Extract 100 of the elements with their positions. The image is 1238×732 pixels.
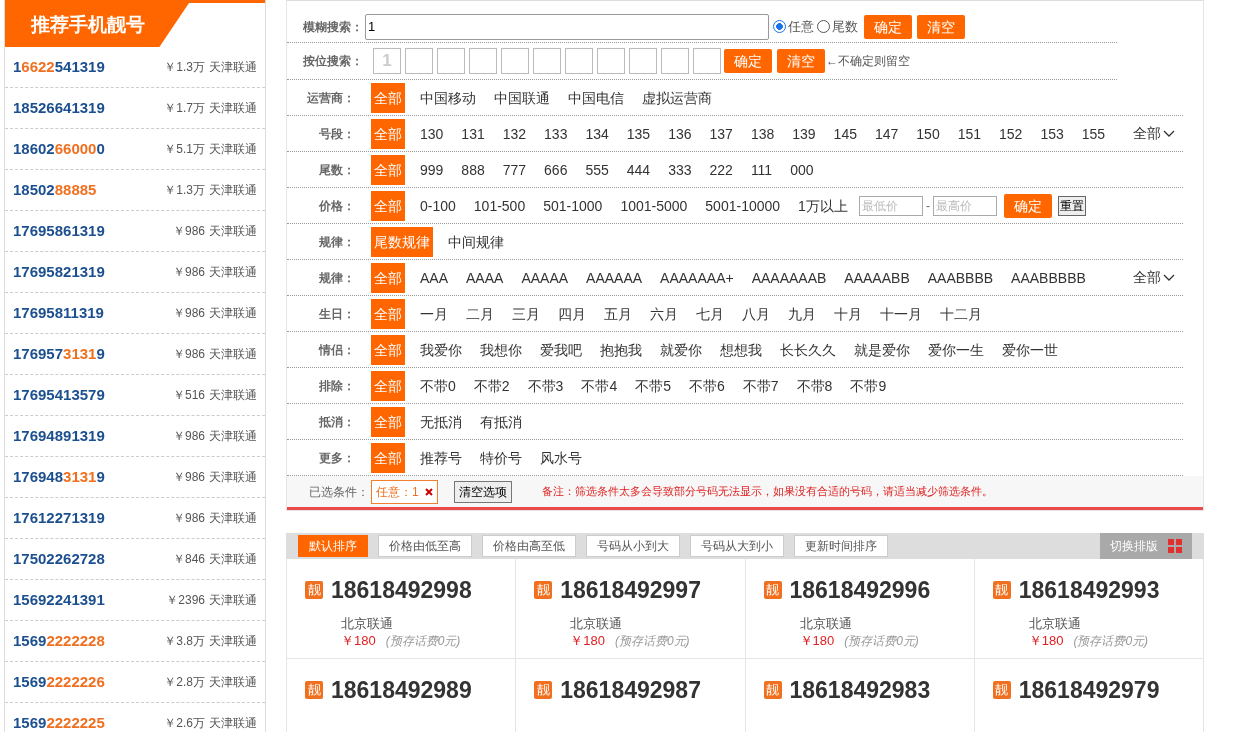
filter-option[interactable]: 中间规律 xyxy=(445,226,507,257)
sort-button[interactable]: 号码从大到小 xyxy=(690,535,784,557)
filter-option[interactable]: 九月 xyxy=(785,298,819,329)
filter-option[interactable]: 134 xyxy=(582,118,612,149)
reset-button[interactable]: 重置 xyxy=(1057,195,1086,216)
filter-option[interactable]: 1万以上 xyxy=(795,190,851,221)
filter-option[interactable]: 风水号 xyxy=(537,442,585,473)
filter-option[interactable]: 130 xyxy=(417,118,447,149)
digit-field[interactable] xyxy=(661,48,689,74)
filter-option[interactable]: 999 xyxy=(417,154,447,185)
number-item[interactable]: 17612271319 ￥986 天津联通 xyxy=(5,498,265,539)
filter-option[interactable]: 111 xyxy=(747,154,776,185)
filter-option[interactable]: 139 xyxy=(789,118,819,149)
number-card[interactable]: 靓 18618492979 xyxy=(974,659,1204,732)
filter-option[interactable]: 有抵消 xyxy=(477,406,525,437)
filter-option[interactable]: 777 xyxy=(499,154,530,185)
radio-option[interactable]: 任意 xyxy=(773,16,814,37)
digit-field[interactable] xyxy=(469,48,497,74)
filter-option[interactable]: 十二月 xyxy=(937,298,985,329)
filter-option[interactable]: 八月 xyxy=(739,298,773,329)
digit-field[interactable] xyxy=(533,48,561,74)
digit-field[interactable] xyxy=(565,48,593,74)
number-item[interactable]: 1850288885 ￥1.3万 天津联通 xyxy=(5,170,265,211)
number-item[interactable]: 17695821319 ￥986 天津联通 xyxy=(5,252,265,293)
filter-option[interactable]: 150 xyxy=(913,118,943,149)
number-item[interactable]: 15692222225 ￥2.6万 天津联通 xyxy=(5,703,265,732)
filter-option[interactable]: AAAAAAA+ xyxy=(657,262,737,293)
filter-option[interactable]: 444 xyxy=(623,154,654,185)
digit-field[interactable] xyxy=(437,48,465,74)
filter-option[interactable]: 无抵消 xyxy=(417,406,465,437)
filter-option[interactable]: 不带4 xyxy=(578,370,621,401)
digit-field[interactable] xyxy=(693,48,721,74)
filter-option[interactable]: 抱抱我 xyxy=(597,334,645,365)
filter-option[interactable]: 153 xyxy=(1037,118,1067,149)
filter-option[interactable]: 不带3 xyxy=(524,370,567,401)
filter-option[interactable]: 不带2 xyxy=(470,370,513,401)
filter-option[interactable]: 爱你一世 xyxy=(999,334,1061,365)
filter-option[interactable]: 爱我吧 xyxy=(537,334,585,365)
number-item[interactable]: 17695861319 ￥986 天津联通 xyxy=(5,211,265,252)
number-item[interactable]: 18602660000 ￥5.1万 天津联通 xyxy=(5,129,265,170)
filter-option[interactable]: 三月 xyxy=(509,298,543,329)
filter-option[interactable]: 666 xyxy=(541,154,571,185)
filter-option[interactable]: 长长久久 xyxy=(777,334,839,365)
filter-option[interactable]: 137 xyxy=(706,118,736,149)
filter-option[interactable]: 爱你一生 xyxy=(925,334,987,365)
number-item[interactable]: 17695811319 ￥986 天津联通 xyxy=(5,293,265,334)
filter-option[interactable]: 推荐号 xyxy=(417,442,465,473)
filter-option[interactable]: 0-100 xyxy=(417,190,459,221)
number-card[interactable]: 靓 18618492987 xyxy=(516,659,746,732)
filter-option[interactable]: 000 xyxy=(787,154,817,185)
filter-option[interactable]: 222 xyxy=(706,154,736,185)
filter-option[interactable]: 七月 xyxy=(693,298,727,329)
filter-option[interactable]: AAAAAA xyxy=(583,262,646,293)
filter-option[interactable]: 131 xyxy=(458,118,488,149)
filter-option[interactable]: AAAAAAAB xyxy=(748,262,830,293)
filter-option[interactable]: 145 xyxy=(830,118,860,149)
filter-option[interactable]: 132 xyxy=(499,118,530,149)
number-item[interactable]: 17695413579 ￥516 天津联通 xyxy=(5,375,265,416)
filter-option[interactable]: 想想我 xyxy=(717,334,765,365)
number-item[interactable]: 18526641319 ￥1.7万 天津联通 xyxy=(5,88,265,129)
digit-field[interactable] xyxy=(405,48,433,74)
number-item[interactable]: 17695731319 ￥986 天津联通 xyxy=(5,334,265,375)
expand-toggle[interactable]: 全部 xyxy=(1133,267,1175,288)
filter-option[interactable]: 888 xyxy=(458,154,488,185)
filter-option[interactable]: 十一月 xyxy=(877,298,925,329)
filter-option[interactable]: 不带9 xyxy=(847,370,890,401)
radio-option[interactable]: 尾数 xyxy=(817,16,858,37)
number-card[interactable]: 靓 18618492989 xyxy=(287,659,517,732)
number-item[interactable]: 17694831319 ￥986 天津联通 xyxy=(5,457,265,498)
filter-option[interactable]: 501-1000 xyxy=(540,190,606,221)
number-item[interactable]: 15692241391 ￥2396 天津联通 xyxy=(5,580,265,621)
sort-button[interactable]: 号码从小到大 xyxy=(586,535,680,557)
filter-option[interactable]: 虚拟运营商 xyxy=(639,82,715,113)
filter-option[interactable]: AAAAABB xyxy=(841,262,913,293)
number-item[interactable]: 17502262728 ￥846 天津联通 xyxy=(5,539,265,580)
filter-option[interactable]: 不带5 xyxy=(632,370,674,401)
filter-option[interactable]: 136 xyxy=(665,118,695,149)
filter-option[interactable]: AAA xyxy=(417,262,451,293)
filter-option[interactable]: 就爱你 xyxy=(657,334,705,365)
filter-option[interactable]: 六月 xyxy=(647,298,681,329)
number-item[interactable]: 17694891319 ￥986 天津联通 xyxy=(5,416,265,457)
filter-option[interactable]: 1001-5000 xyxy=(617,190,691,221)
digit-field[interactable] xyxy=(501,48,529,74)
expand-toggle[interactable]: 全部 xyxy=(1133,123,1175,144)
filter-option[interactable]: AAABBBBB xyxy=(1008,262,1089,293)
filter-option[interactable]: 不带0 xyxy=(417,370,459,401)
sort-button[interactable]: 更新时间排序 xyxy=(794,535,888,557)
filter-option[interactable]: 二月 xyxy=(463,298,497,329)
filter-option[interactable]: AAAA xyxy=(463,262,507,293)
max-price-field[interactable]: 最高价 xyxy=(932,195,997,216)
filter-option[interactable]: 四月 xyxy=(555,298,589,329)
sort-button[interactable]: 价格由高至低 xyxy=(482,535,576,557)
filter-option[interactable]: 一月 xyxy=(417,298,451,329)
search-field[interactable]: 1 xyxy=(365,13,769,40)
filter-option[interactable]: 就是爱你 xyxy=(851,334,913,365)
close-icon[interactable] xyxy=(424,487,433,496)
clear-options-button[interactable]: 清空选项 xyxy=(453,480,512,503)
number-item[interactable]: 15692222226 ￥2.8万 天津联通 xyxy=(5,662,265,703)
filter-option[interactable]: 135 xyxy=(623,118,654,149)
filter-option[interactable]: 中国移动 xyxy=(417,82,479,113)
